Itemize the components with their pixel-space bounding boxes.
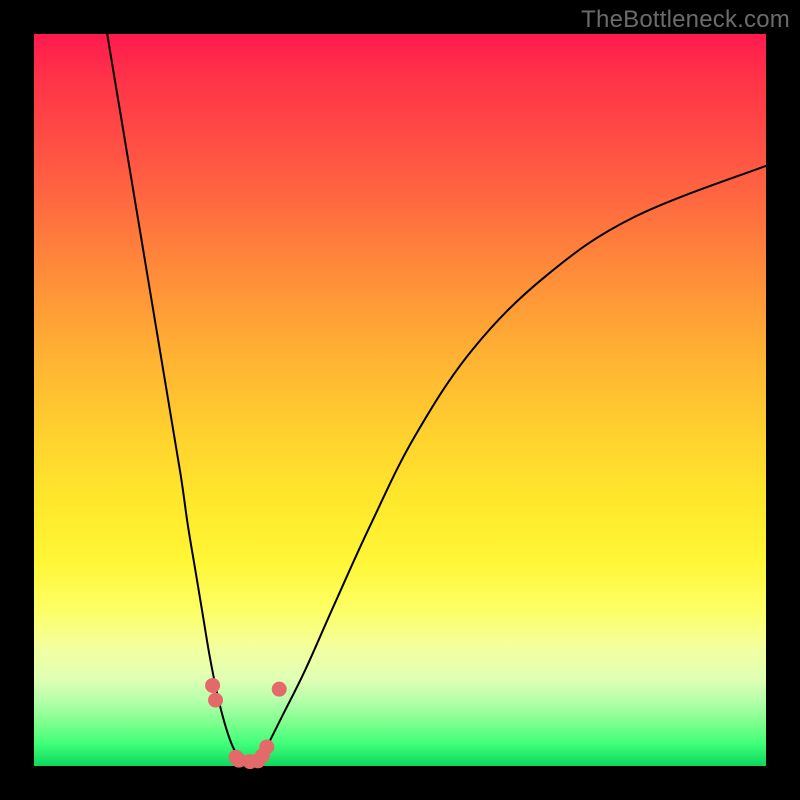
chart-svg [34, 34, 766, 766]
bottleneck-curve [107, 34, 766, 762]
chart-frame: TheBottleneck.com [0, 0, 800, 800]
data-marker [208, 693, 223, 708]
watermark-text: TheBottleneck.com [581, 6, 790, 34]
plot-area [34, 34, 766, 766]
curve-layer [107, 34, 766, 762]
data-marker [205, 678, 220, 693]
data-marker [259, 739, 274, 754]
data-marker [272, 682, 287, 697]
